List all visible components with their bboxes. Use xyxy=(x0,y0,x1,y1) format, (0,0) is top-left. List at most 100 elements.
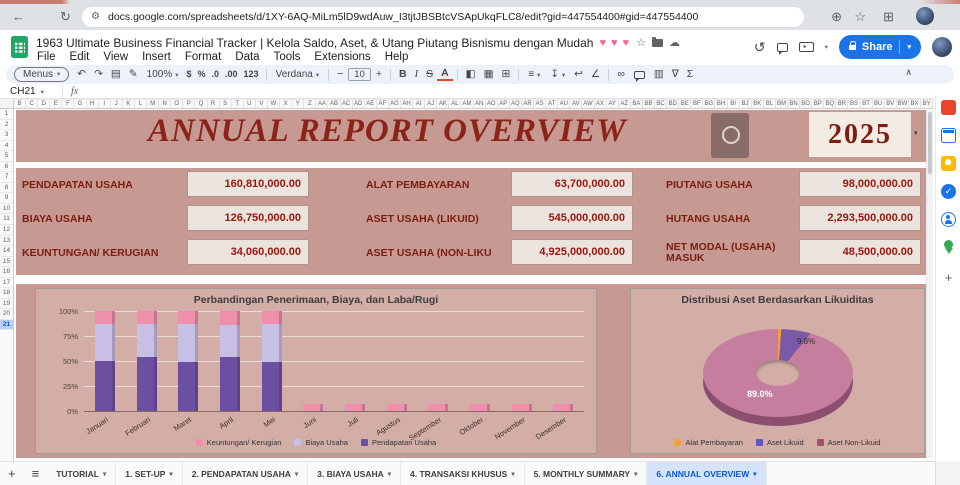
column-header-c[interactable]: C xyxy=(26,100,39,108)
present-caret-icon[interactable]: ▾ xyxy=(825,43,828,51)
column-header-f[interactable]: F xyxy=(62,100,75,108)
column-header-at[interactable]: AT xyxy=(546,100,559,108)
sheet-tab-3-biaya-usaha[interactable]: 3. BIAYA USAHA ▾ xyxy=(308,462,402,485)
column-header-an[interactable]: AN xyxy=(474,100,486,108)
sheet-tab-2-pendapatan-usaha[interactable]: 2. PENDAPATAN USAHA ▾ xyxy=(183,462,309,485)
text-wrap-icon[interactable]: ↩ xyxy=(570,66,587,83)
column-header-bt[interactable]: BT xyxy=(861,100,873,108)
column-header-br[interactable]: BR xyxy=(836,100,849,108)
metric-label-aset-usaha-non-liku[interactable]: ASET USAHA (NON-LIKU xyxy=(366,239,514,267)
column-header-g[interactable]: G xyxy=(74,100,87,108)
share-caret-icon[interactable]: ▾ xyxy=(907,43,911,51)
account-avatar[interactable] xyxy=(932,37,952,57)
vertical-align-icon[interactable]: ↧ ▾ xyxy=(545,69,570,80)
row-header-19[interactable]: 19 xyxy=(0,299,13,310)
row-header-21[interactable]: 21 xyxy=(0,319,13,331)
create-filter-icon[interactable]: ∇ xyxy=(668,66,683,83)
column-header-bq[interactable]: BQ xyxy=(824,100,837,108)
add-sheet-icon[interactable]: + xyxy=(0,466,24,481)
font-size-input[interactable]: 10 xyxy=(348,68,371,81)
zoom-icon[interactable]: ⊕ xyxy=(831,9,842,25)
column-header-az[interactable]: AZ xyxy=(619,100,631,108)
column-header-bc[interactable]: BC xyxy=(655,100,668,108)
share-button[interactable]: Share ▾ xyxy=(838,35,921,59)
column-header-w[interactable]: W xyxy=(268,100,281,108)
column-header-v[interactable]: V xyxy=(256,100,268,108)
column-header-am[interactable]: AM xyxy=(461,100,474,108)
font-select[interactable]: Verdana ▾ xyxy=(271,69,325,80)
row-header-2[interactable]: 2 xyxy=(0,120,13,131)
metric-label-pendapatan-usaha[interactable]: PENDAPATAN USAHA xyxy=(22,171,174,199)
metric-value-piutang-usaha[interactable]: 98,000,000.00 xyxy=(799,171,921,197)
row-header-14[interactable]: 14 xyxy=(0,246,13,257)
row-header-6[interactable]: 6 xyxy=(0,162,13,173)
collapse-toolbar-icon[interactable]: ∧ xyxy=(905,67,912,78)
row-header-15[interactable]: 15 xyxy=(0,257,13,268)
row-header-1[interactable]: 1 xyxy=(0,109,13,120)
menu-file[interactable]: File xyxy=(30,51,63,63)
sheet-grid[interactable]: ANNUAL REPORT OVERVIEW 2025 ▾ PENDAPATAN… xyxy=(14,109,933,461)
select-all-corner[interactable] xyxy=(0,99,14,109)
column-header-ap[interactable]: AP xyxy=(498,100,510,108)
comment-icon[interactable] xyxy=(776,42,788,55)
sheets-logo-icon[interactable] xyxy=(11,36,28,58)
sheet-tab-4-transaksi-khusus[interactable]: 4. TRANSAKSI KHUSUS ▾ xyxy=(401,462,525,485)
decrease-decimal-icon[interactable]: .0 xyxy=(209,66,223,83)
column-header-aq[interactable]: AQ xyxy=(510,100,522,108)
column-header-bi[interactable]: BI xyxy=(728,100,740,108)
browser-avatar[interactable] xyxy=(916,7,934,25)
text-color-icon[interactable]: A xyxy=(437,68,453,81)
column-header-ai[interactable]: AI xyxy=(413,100,426,108)
metric-value-net-modal-usaha-masuk[interactable]: 48,500,000.00 xyxy=(799,239,921,265)
year-caret-icon[interactable]: ▾ xyxy=(914,129,918,137)
print-icon[interactable]: ▤ xyxy=(107,66,125,83)
column-header-q[interactable]: Q xyxy=(195,100,208,108)
row-header-12[interactable]: 12 xyxy=(0,225,13,236)
metric-value-keuntungan-kerugian[interactable]: 34,060,000.00 xyxy=(187,239,309,265)
metric-value-aset-usaha-likuid[interactable]: 545,000,000.00 xyxy=(511,205,633,231)
bold-icon[interactable]: B xyxy=(395,66,411,83)
column-header-ah[interactable]: AH xyxy=(401,100,414,108)
increase-font-size-icon[interactable]: + xyxy=(372,66,386,83)
back-icon[interactable]: ← xyxy=(12,9,25,24)
column-header-t[interactable]: T xyxy=(232,100,244,108)
menu-insert[interactable]: Insert xyxy=(135,51,178,63)
row-header-13[interactable]: 13 xyxy=(0,236,13,247)
format-currency-icon[interactable]: $ xyxy=(183,66,194,83)
row-header-5[interactable]: 5 xyxy=(0,151,13,162)
column-header-ak[interactable]: AK xyxy=(437,100,450,108)
chevron-down-icon[interactable]: ▾ xyxy=(634,470,637,478)
year-selector[interactable]: 2025 xyxy=(809,112,911,157)
keep-icon[interactable] xyxy=(941,156,956,171)
column-header-j[interactable]: J xyxy=(111,100,123,108)
column-header-ad[interactable]: AD xyxy=(353,100,365,108)
column-header-ay[interactable]: AY xyxy=(607,100,619,108)
metric-label-biaya-usaha[interactable]: BIAYA USAHA xyxy=(22,205,174,233)
column-header-ba[interactable]: BA xyxy=(631,100,643,108)
menu-data[interactable]: Data xyxy=(228,51,266,63)
row-header-9[interactable]: 9 xyxy=(0,193,13,204)
column-header-bd[interactable]: BD xyxy=(667,100,680,108)
undo-icon[interactable]: ↶ xyxy=(73,66,90,83)
star-icon[interactable]: ☆ xyxy=(636,36,646,49)
menu-format[interactable]: Format xyxy=(178,51,228,63)
column-header-ab[interactable]: AB xyxy=(328,100,341,108)
column-header-bj[interactable]: BJ xyxy=(740,100,752,108)
column-header-ax[interactable]: AX xyxy=(595,100,607,108)
insert-comment-icon[interactable] xyxy=(633,70,645,82)
address-bar[interactable]: ⚙ docs.google.com/spreadsheets/d/1XY-6AQ… xyxy=(82,7,804,27)
column-header-by[interactable]: BY xyxy=(921,100,933,108)
column-header-d[interactable]: D xyxy=(38,100,51,108)
metric-label-keuntungan-kerugian[interactable]: KEUNTUNGAN/ KERUGIAN xyxy=(22,239,174,267)
column-header-aa[interactable]: AA xyxy=(316,100,329,108)
column-header-bu[interactable]: BU xyxy=(873,100,885,108)
column-header-av[interactable]: AV xyxy=(570,100,583,108)
metric-value-aset-usaha-non-liku[interactable]: 4,925,000,000.00 xyxy=(511,239,633,265)
column-header-x[interactable]: X xyxy=(280,100,293,108)
functions-icon[interactable]: Σ xyxy=(683,66,698,83)
zoom-select[interactable]: 100% ▾ xyxy=(142,69,184,80)
column-header-b[interactable]: B xyxy=(14,100,27,108)
site-info-icon[interactable]: ⚙ xyxy=(91,7,100,27)
horizontal-align-icon[interactable]: ≡ ▾ xyxy=(523,69,545,80)
column-header-bf[interactable]: BF xyxy=(691,100,704,108)
